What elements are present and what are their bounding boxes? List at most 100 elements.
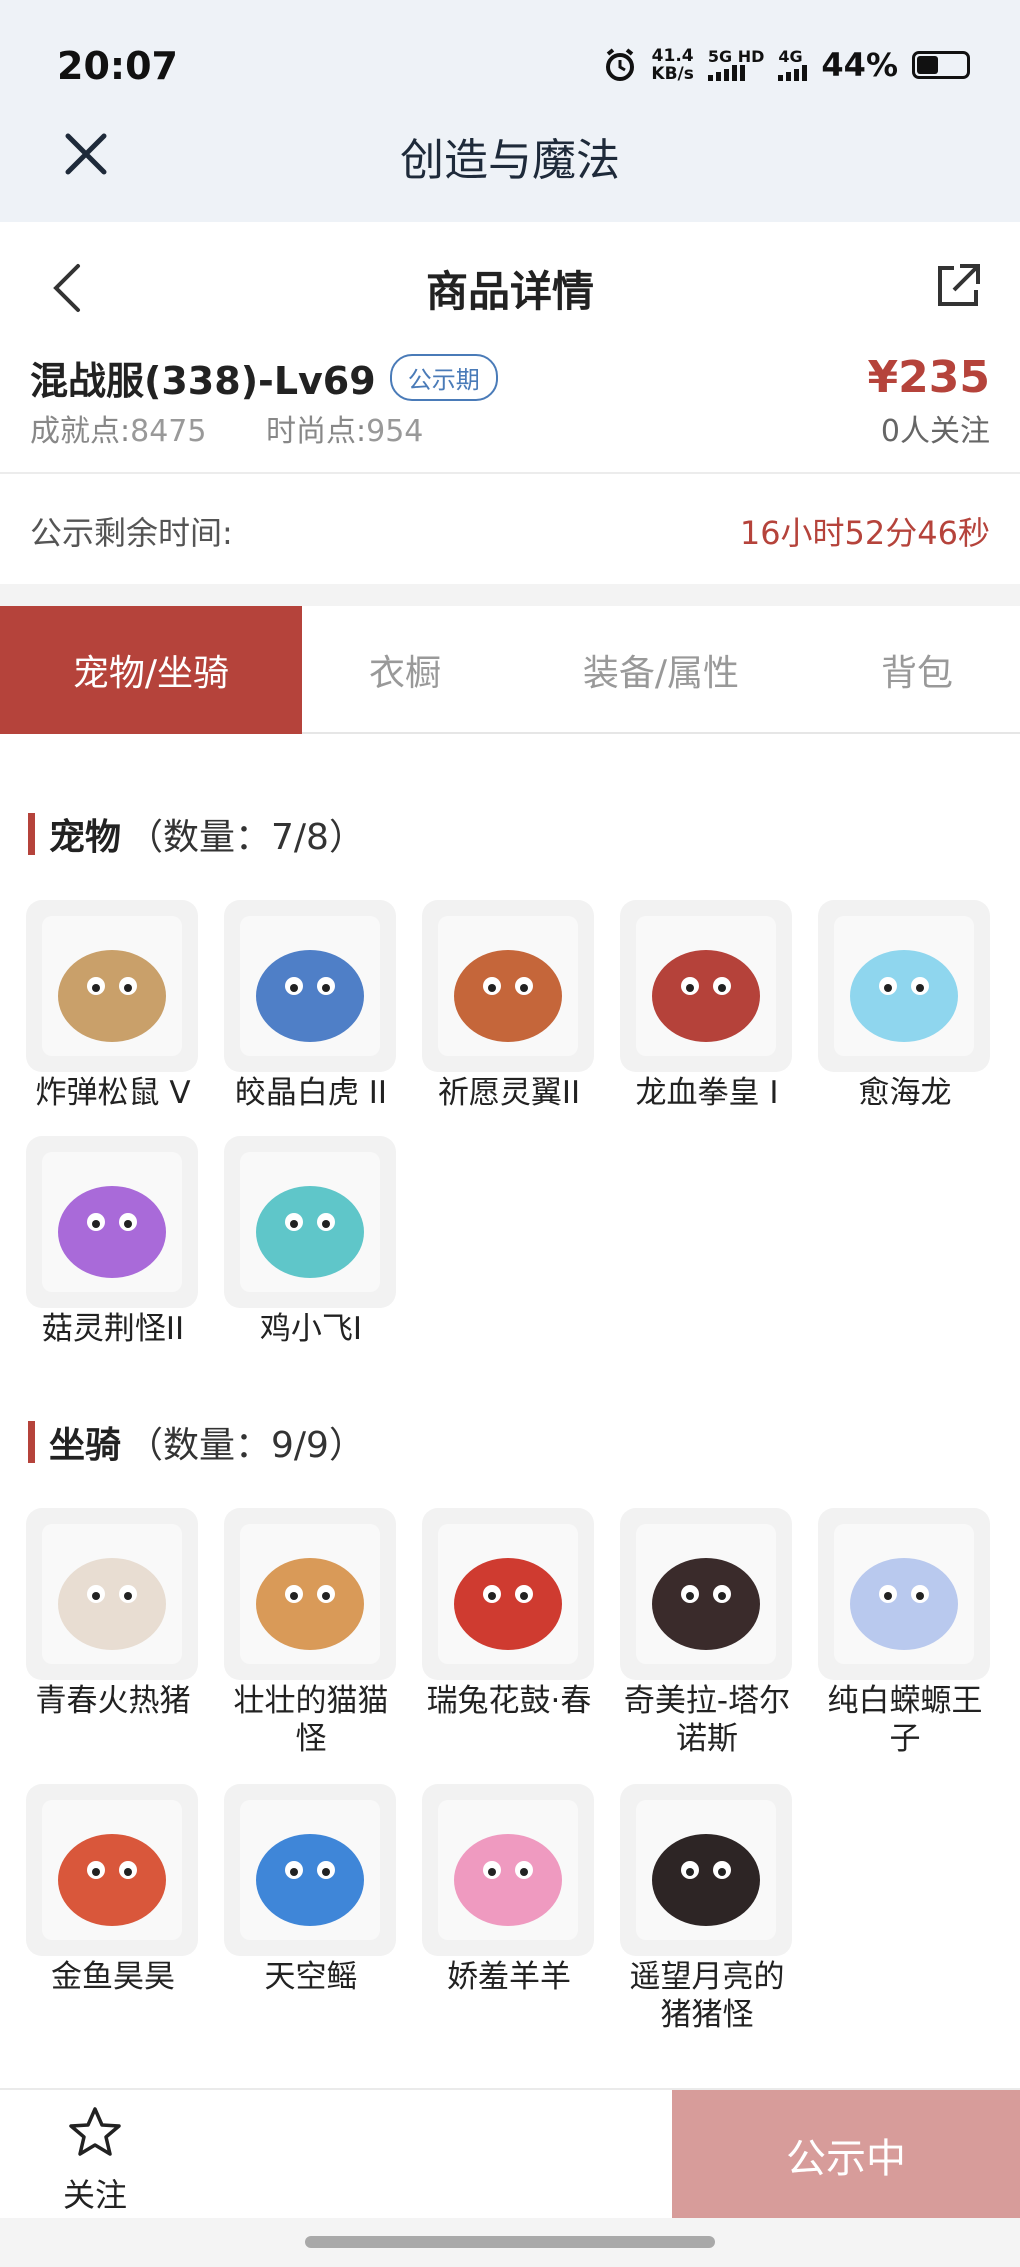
follow-label: 关注 (62, 2176, 127, 2214)
item-thumbnail (224, 1136, 396, 1308)
alarm-icon (606, 48, 635, 81)
mount-card[interactable]: 遥望月亮的猪猪怪 (620, 1784, 794, 2034)
item-thumbnail (224, 1784, 396, 1956)
section-bar (28, 1421, 35, 1463)
item-label: 青春火热猪 (35, 1683, 191, 1719)
mount-card[interactable]: 奇美拉-塔尔诺斯 (620, 1508, 794, 1758)
section-title-text: 坐骑 (49, 1425, 122, 1466)
item-label: 皎晶白虎 II (234, 1075, 388, 1111)
item-thumbnail (422, 1784, 594, 1956)
status-indicators: 41.4 KB/s 5G HD 4G 44% (603, 46, 970, 84)
mount-card[interactable]: 青春火热猪 (26, 1508, 200, 1720)
creature-image (240, 1800, 380, 1940)
item-thumbnail (620, 1508, 792, 1680)
network-5g: 5G HD (707, 47, 765, 81)
creature-image (636, 1800, 776, 1940)
creature-image (834, 1524, 974, 1664)
item-thumbnail (818, 900, 990, 1072)
home-indicator[interactable] (305, 2236, 715, 2248)
item-label: 愈海龙 (858, 1075, 952, 1111)
network-4g: 4G (778, 47, 808, 81)
pet-card[interactable]: 龙血拳皇 I (620, 900, 794, 1112)
item-label: 遥望月亮的猪猪怪 (629, 1959, 785, 2033)
item-thumbnail (26, 1508, 198, 1680)
pet-card[interactable]: 愈海龙 (818, 900, 992, 1112)
status-bar: 20:07 41.4 KB/s 5G HD 4G 44% (0, 0, 1020, 110)
timer-row: 公示剩余时间: 16小时52分46秒 (0, 474, 1020, 584)
item-thumbnail (422, 900, 594, 1072)
battery-fill (917, 56, 939, 74)
item-label: 奇美拉-塔尔诺斯 (623, 1683, 791, 1757)
creature-image (636, 916, 776, 1056)
star-icon (69, 2107, 121, 2156)
creature-image (240, 1152, 380, 1292)
creature-image (438, 916, 578, 1056)
item-thumbnail (224, 900, 396, 1072)
item-label: 祈愿灵翼II (437, 1075, 581, 1111)
signal-icon (778, 65, 808, 81)
section-title-pets: 宠物 （数量：7/8） (28, 808, 365, 860)
creature-image (42, 1800, 182, 1940)
tab-wardrobe[interactable]: 衣橱 (302, 606, 508, 734)
tab-pets-mounts[interactable]: 宠物/坐骑 (0, 606, 302, 734)
item-label: 菇灵荆怪II (41, 1311, 185, 1347)
item-thumbnail (26, 1136, 198, 1308)
item-thumbnail (224, 1508, 396, 1680)
mount-card[interactable]: 壮壮的猫猫怪 (224, 1508, 398, 1758)
mount-card[interactable]: 娇羞羊羊 (422, 1784, 596, 1996)
creature-image (438, 1800, 578, 1940)
mount-card[interactable]: 纯白蝾螈王子 (818, 1508, 992, 1758)
status-badge: 公示期 (389, 354, 498, 401)
creature-image (42, 916, 182, 1056)
item-label: 金鱼昊昊 (51, 1959, 175, 1995)
item-thumbnail (620, 1784, 792, 1956)
achievement-label: 成就点: (30, 414, 131, 449)
creature-image (240, 1524, 380, 1664)
item-thumbnail (620, 900, 792, 1072)
network-5g-label: 5G HD (707, 47, 765, 66)
app-title: 创造与魔法 (400, 135, 620, 186)
fashion-label: 时尚点: (266, 414, 367, 449)
net-speed-value: 41.4 (651, 46, 694, 66)
public-status-button[interactable]: 公示中 (672, 2090, 1020, 2220)
creature-image (438, 1524, 578, 1664)
item-label: 鸡小飞I (259, 1311, 363, 1347)
item-thumbnail (422, 1508, 594, 1680)
status-time: 20:07 (57, 44, 178, 88)
creature-image (42, 1524, 182, 1664)
mount-card[interactable]: 天空鳐 (224, 1784, 398, 1996)
item-thumbnail (26, 1784, 198, 1956)
item-label: 娇羞羊羊 (447, 1959, 571, 1995)
item-label: 纯白蝾螈王子 (827, 1683, 983, 1757)
creature-image (834, 916, 974, 1056)
creature-image (240, 916, 380, 1056)
section-count: （数量：9/9） (127, 1425, 365, 1466)
pets-grid: 炸弹松鼠 V 皎晶白虎 II 祈愿灵翼II 龙血拳皇 I 愈海龙菇灵荆怪II 鸡小飞I (26, 900, 996, 1347)
main-content: 商品详情 混战服(338)-Lv69 公示期 成就点:8475 时尚点:954 … (0, 222, 1020, 2088)
divider (0, 584, 1020, 606)
pet-card[interactable]: 皎晶白虎 II (224, 900, 398, 1112)
timer-label: 公示剩余时间: (30, 514, 233, 552)
pet-card[interactable]: 菇灵荆怪II (26, 1136, 200, 1348)
net-speed: 41.4 KB/s (651, 47, 693, 83)
follow-button[interactable]: 关注 (40, 2104, 150, 2216)
item-label: 壮壮的猫猫怪 (233, 1683, 389, 1757)
pet-card[interactable]: 祈愿灵翼II (422, 900, 596, 1112)
share-icon[interactable] (932, 260, 984, 312)
mount-card[interactable]: 金鱼昊昊 (26, 1784, 200, 1996)
mount-card[interactable]: 瑞兔花鼓·春 (422, 1508, 596, 1720)
pet-card[interactable]: 鸡小飞I (224, 1136, 398, 1348)
follow-count: 0人关注 (880, 414, 990, 449)
mounts-grid: 青春火热猪 壮壮的猫猫怪 瑞兔花鼓·春 奇美拉-塔尔诺斯 纯白蝾螈王子金鱼昊昊 天空鳐 娇羞… (26, 1508, 996, 2048)
item-label: 龙血拳皇 I (635, 1075, 779, 1111)
item-name: 混战服(338)-Lv69 公示期 (30, 350, 498, 405)
tab-backpack[interactable]: 背包 (814, 606, 1020, 734)
network-4g-label: 4G (778, 47, 803, 66)
pet-card[interactable]: 炸弹松鼠 V (26, 900, 200, 1112)
net-speed-unit: KB/s (651, 64, 694, 84)
tab-equipment[interactable]: 装备/属性 (508, 606, 814, 734)
nav-header: 商品详情 (0, 222, 1020, 352)
signal-icon (707, 65, 765, 81)
item-price: ¥235 (867, 352, 990, 403)
section-title-text: 宠物 (49, 817, 122, 858)
